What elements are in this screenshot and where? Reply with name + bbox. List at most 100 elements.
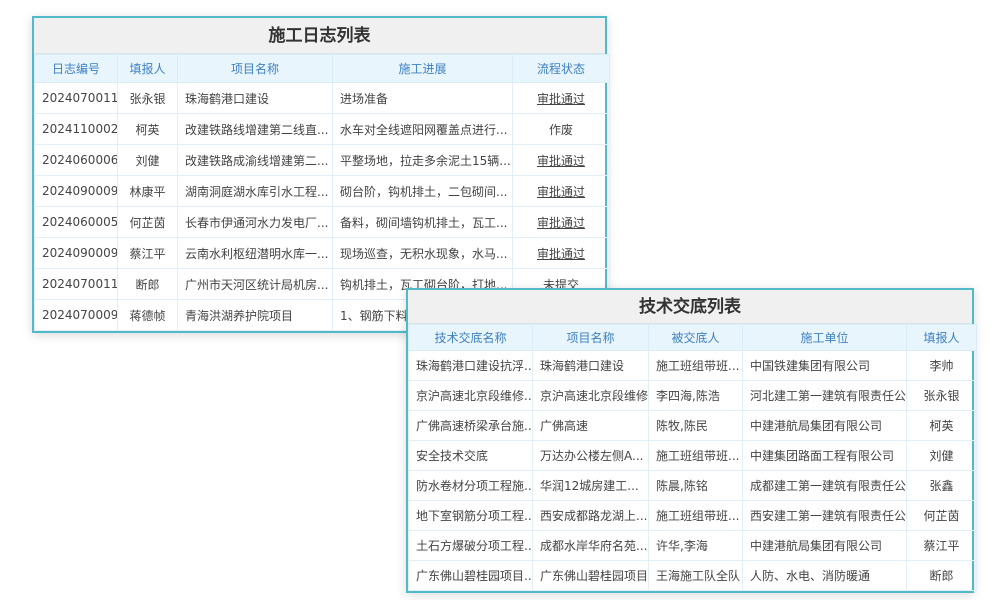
reporter-link[interactable]: 张永银 [118, 83, 178, 114]
reporter-link[interactable]: 柯英 [907, 411, 977, 441]
col-header-reporter: 填报人 [118, 55, 178, 83]
log-id-link[interactable]: 2024060006 [35, 145, 118, 176]
log-header-row: 日志编号 填报人 项目名称 施工进展 流程状态 [35, 55, 610, 83]
table-row: 2024090009 林康平 湖南洞庭湖水库引水工程... 砌台阶，钩机排土，二… [35, 176, 610, 207]
progress-text: 水车对全线遮阳网覆盖点进行... [333, 114, 513, 145]
table-row: 2024110002 柯英 改建铁路线增建第二线直... 水车对全线遮阳网覆盖点… [35, 114, 610, 145]
reporter-link[interactable]: 刘健 [907, 441, 977, 471]
person-text: 施工班组带班... [649, 441, 743, 471]
status-badge[interactable]: 作废 [513, 114, 610, 145]
reporter-link[interactable]: 张永银 [907, 381, 977, 411]
unit-text: 西安建工第一建筑有限责任公司 [743, 501, 907, 531]
log-id-link[interactable]: 2024060005 [35, 207, 118, 238]
status-badge[interactable]: 审批通过 [513, 176, 610, 207]
unit-text: 河北建工第一建筑有限责任公司 [743, 381, 907, 411]
log-id-link[interactable]: 2024110002 [35, 114, 118, 145]
table-row: 2024070011 张永银 珠海鹤港口建设 进场准备 审批通过 [35, 83, 610, 114]
col-header-reporter: 填报人 [907, 325, 977, 351]
table-row: 广东佛山碧桂园项目... 广东佛山碧桂园项目 王海施工队全队 人防、水电、消防暖… [409, 561, 977, 591]
reporter-link[interactable]: 刘健 [118, 145, 178, 176]
project-link[interactable]: 西安成都路龙湖上... [533, 501, 649, 531]
project-link[interactable]: 湖南洞庭湖水库引水工程... [178, 176, 333, 207]
person-text: 许华,李海 [649, 531, 743, 561]
project-link[interactable]: 云南水利枢纽潜明水库一... [178, 238, 333, 269]
unit-text: 中建集团路面工程有限公司 [743, 441, 907, 471]
table-row: 安全技术交底 万达办公楼左侧A... 施工班组带班... 中建集团路面工程有限公… [409, 441, 977, 471]
disclosure-name-link[interactable]: 珠海鹤港口建设抗浮... [409, 351, 533, 381]
col-header-status: 流程状态 [513, 55, 610, 83]
project-link[interactable]: 改建铁路成渝线增建第二... [178, 145, 333, 176]
reporter-link[interactable]: 蔡江平 [118, 238, 178, 269]
disclosure-name-link[interactable]: 土石方爆破分项工程... [409, 531, 533, 561]
person-text: 李四海,陈浩 [649, 381, 743, 411]
reporter-link[interactable]: 断郎 [907, 561, 977, 591]
reporter-link[interactable]: 何芷茵 [118, 207, 178, 238]
project-link[interactable]: 改建铁路线增建第二线直... [178, 114, 333, 145]
col-header-log-id: 日志编号 [35, 55, 118, 83]
reporter-link[interactable]: 李帅 [907, 351, 977, 381]
col-header-disclosure-name: 技术交底名称 [409, 325, 533, 351]
col-header-unit: 施工单位 [743, 325, 907, 351]
unit-text: 人防、水电、消防暖通 [743, 561, 907, 591]
person-text: 施工班组带班... [649, 351, 743, 381]
unit-text: 中建港航局集团有限公司 [743, 531, 907, 561]
construction-log-title: 施工日志列表 [34, 18, 605, 54]
disclosure-name-link[interactable]: 防水卷材分项工程施... [409, 471, 533, 501]
status-badge[interactable]: 审批通过 [513, 145, 610, 176]
log-id-link[interactable]: 2024070011 [35, 83, 118, 114]
project-link[interactable]: 华润12城房建工... [533, 471, 649, 501]
table-row: 防水卷材分项工程施... 华润12城房建工... 陈晨,陈铭 成都建工第一建筑有… [409, 471, 977, 501]
unit-text: 成都建工第一建筑有限责任公司 [743, 471, 907, 501]
project-link[interactable]: 成都水岸华府名苑... [533, 531, 649, 561]
table-row: 地下室钢筋分项工程... 西安成都路龙湖上... 施工班组带班... 西安建工第… [409, 501, 977, 531]
table-row: 2024060006 刘健 改建铁路成渝线增建第二... 平整场地，拉走多余泥土… [35, 145, 610, 176]
disclosure-header-row: 技术交底名称 项目名称 被交底人 施工单位 填报人 [409, 325, 977, 351]
project-link[interactable]: 万达办公楼左侧A... [533, 441, 649, 471]
reporter-link[interactable]: 蔡江平 [907, 531, 977, 561]
disclosure-name-link[interactable]: 安全技术交底 [409, 441, 533, 471]
project-link[interactable]: 广东佛山碧桂园项目 [533, 561, 649, 591]
table-row: 京沪高速北京段维修... 京沪高速北京段维修 李四海,陈浩 河北建工第一建筑有限… [409, 381, 977, 411]
screen: 施工日志列表 日志编号 填报人 项目名称 施工进展 流程状态 202407001… [0, 0, 1000, 600]
table-row: 2024060005 何芷茵 长春市伊通河水力发电厂... 备料，砌间墙钩机排土… [35, 207, 610, 238]
disclosure-name-link[interactable]: 广佛高速桥梁承台施... [409, 411, 533, 441]
log-id-link[interactable]: 2024070009 [35, 300, 118, 331]
project-link[interactable]: 广佛高速 [533, 411, 649, 441]
unit-text: 中建港航局集团有限公司 [743, 411, 907, 441]
status-badge[interactable]: 审批通过 [513, 207, 610, 238]
reporter-link[interactable]: 断郎 [118, 269, 178, 300]
person-text: 陈晨,陈铭 [649, 471, 743, 501]
col-header-project: 项目名称 [178, 55, 333, 83]
project-link[interactable]: 长春市伊通河水力发电厂... [178, 207, 333, 238]
reporter-link[interactable]: 柯英 [118, 114, 178, 145]
table-row: 土石方爆破分项工程... 成都水岸华府名苑... 许华,李海 中建港航局集团有限… [409, 531, 977, 561]
reporter-link[interactable]: 何芷茵 [907, 501, 977, 531]
project-link[interactable]: 京沪高速北京段维修 [533, 381, 649, 411]
log-id-link[interactable]: 2024090009 [35, 238, 118, 269]
log-id-link[interactable]: 2024070011 [35, 269, 118, 300]
project-link[interactable]: 珠海鹤港口建设 [533, 351, 649, 381]
progress-text: 进场准备 [333, 83, 513, 114]
status-badge[interactable]: 审批通过 [513, 238, 610, 269]
disclosure-name-link[interactable]: 广东佛山碧桂园项目... [409, 561, 533, 591]
log-id-link[interactable]: 2024090009 [35, 176, 118, 207]
project-link[interactable]: 广州市天河区统计局机房... [178, 269, 333, 300]
status-badge[interactable]: 审批通过 [513, 83, 610, 114]
project-link[interactable]: 青海洪湖养护院项目 [178, 300, 333, 331]
person-text: 陈牧,陈民 [649, 411, 743, 441]
project-link[interactable]: 珠海鹤港口建设 [178, 83, 333, 114]
unit-text: 中国铁建集团有限公司 [743, 351, 907, 381]
disclosure-name-link[interactable]: 京沪高速北京段维修... [409, 381, 533, 411]
reporter-link[interactable]: 张鑫 [907, 471, 977, 501]
table-row: 2024090009 蔡江平 云南水利枢纽潜明水库一... 现场巡查，无积水现象… [35, 238, 610, 269]
progress-text: 砌台阶，钩机排土，二包砌间... [333, 176, 513, 207]
reporter-link[interactable]: 林康平 [118, 176, 178, 207]
person-text: 施工班组带班... [649, 501, 743, 531]
reporter-link[interactable]: 蒋德帧 [118, 300, 178, 331]
disclosure-name-link[interactable]: 地下室钢筋分项工程... [409, 501, 533, 531]
progress-text: 备料，砌间墙钩机排土，瓦工... [333, 207, 513, 238]
progress-text: 平整场地，拉走多余泥土15辆... [333, 145, 513, 176]
col-header-progress: 施工进展 [333, 55, 513, 83]
technical-disclosure-panel: 技术交底列表 技术交底名称 项目名称 被交底人 施工单位 填报人 珠海鹤港口建设… [406, 288, 974, 593]
table-row: 广佛高速桥梁承台施... 广佛高速 陈牧,陈民 中建港航局集团有限公司 柯英 [409, 411, 977, 441]
